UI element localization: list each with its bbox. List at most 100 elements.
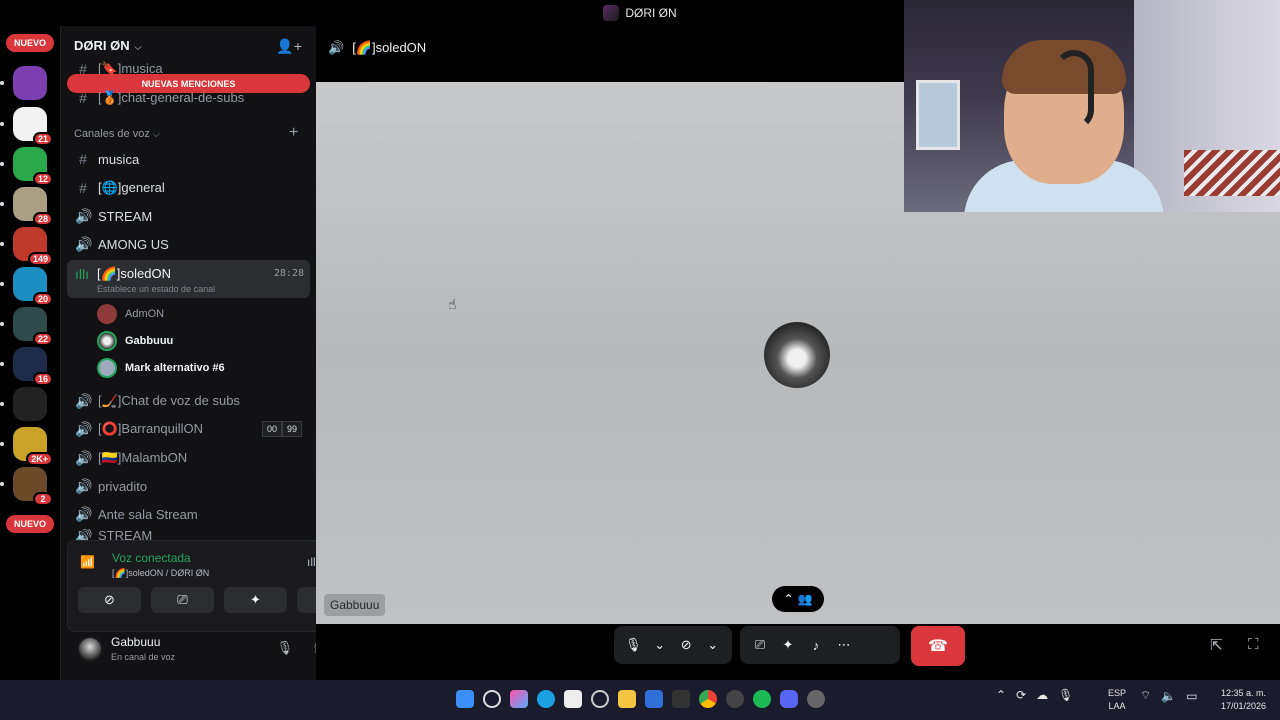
server-icon[interactable]: 28 xyxy=(13,187,53,226)
participant-avatar[interactable] xyxy=(764,322,830,388)
avatar xyxy=(97,331,117,351)
avatar[interactable] xyxy=(77,636,103,662)
store-icon[interactable] xyxy=(564,690,582,708)
voice-member[interactable]: Gabbuuu xyxy=(97,329,173,353)
channel-label: AMONG US xyxy=(98,236,169,252)
microphone-icon[interactable]: 🎙 xyxy=(277,640,294,656)
voice-channel-item[interactable]: 🔊 [⭕]BarranquillON 00 99 xyxy=(67,416,310,442)
discord-icon[interactable] xyxy=(780,690,798,708)
microphone-icon[interactable]: 🎙 xyxy=(620,637,647,653)
fullscreen-icon[interactable]: ⛶ xyxy=(1248,636,1259,653)
server-icon[interactable]: 16 xyxy=(13,347,53,386)
server-icon[interactable]: 2K+ xyxy=(13,427,53,466)
voice-category[interactable]: Canales de voz ⌵ xyxy=(74,128,160,140)
voice-status[interactable]: Voz conectada xyxy=(112,551,191,565)
server-icon[interactable]: 12 xyxy=(13,147,53,186)
more-icon[interactable]: ⋯ xyxy=(830,637,858,653)
obs-icon[interactable] xyxy=(726,690,744,708)
server-icon[interactable] xyxy=(13,66,47,100)
speaker-icon: 🔊 xyxy=(328,40,345,55)
add-member-icon[interactable]: 👤+ xyxy=(276,38,302,55)
language-indicator[interactable]: ESP LAA xyxy=(1108,687,1126,713)
screen-share-icon[interactable]: ⎚ xyxy=(746,637,774,653)
disconnect-button[interactable]: ☎ xyxy=(911,626,965,666)
unread-indicator xyxy=(0,442,4,446)
channel-status[interactable]: Establece un estado de canal xyxy=(97,284,215,294)
voice-activity-icon: ıllı xyxy=(75,266,89,282)
username[interactable]: Gabbuuu xyxy=(111,635,160,649)
server-icon[interactable] xyxy=(13,387,47,421)
windows-start-icon[interactable] xyxy=(456,690,474,708)
chevron-down-icon[interactable]: ⌄ xyxy=(647,637,674,653)
screen-share-button[interactable]: ⎚ xyxy=(151,587,214,613)
hang-up-icon: ☎ xyxy=(928,638,948,655)
new-badge-top[interactable]: NUEVO xyxy=(6,34,54,52)
voice-member[interactable]: Mark alternativo #6 xyxy=(97,356,225,380)
server-rail: NUEVO NUEVO 21 12 28 149 20 22 16 2K+ 2 xyxy=(0,26,60,680)
settings-icon[interactable] xyxy=(591,690,609,708)
channel-label: musica xyxy=(98,151,140,167)
channel-item[interactable]: # [🥉]chat-general-de-subs xyxy=(67,85,310,111)
search-icon[interactable] xyxy=(483,690,501,708)
channel-item[interactable]: # [🌐]general xyxy=(67,175,310,201)
chevron-down-icon[interactable]: ⌄ xyxy=(700,637,727,653)
sync-icon[interactable]: ⟳ xyxy=(1016,688,1026,702)
voice-channel-item[interactable]: 🔊 Ante sala Stream xyxy=(67,501,310,527)
screen-share-icon: ⎚ xyxy=(177,592,188,607)
server-icon[interactable]: 21 xyxy=(13,107,53,146)
cloud-icon[interactable]: ☁ xyxy=(1036,688,1048,702)
webcam-overlay xyxy=(904,0,1280,212)
copilot-icon[interactable] xyxy=(510,690,528,708)
signal-icon[interactable]: 📶 xyxy=(80,555,100,575)
media-player-icon[interactable] xyxy=(807,690,825,708)
user-count: 00 xyxy=(261,421,282,437)
activities-icon[interactable]: ✦ xyxy=(774,637,802,653)
unread-indicator xyxy=(0,322,4,326)
hashtag-icon: # xyxy=(79,151,87,167)
voice-channel-item[interactable]: 🔊 [🏒]Chat de voz de subs xyxy=(67,388,310,414)
vscode-icon[interactable] xyxy=(645,690,663,708)
new-badge-bottom[interactable]: NUEVO xyxy=(6,515,54,533)
battery-icon[interactable]: ▭ xyxy=(1186,689,1197,703)
voice-member[interactable]: AdmON xyxy=(97,302,164,326)
activities-button[interactable]: ✦ xyxy=(224,587,287,613)
edge-icon[interactable] xyxy=(537,690,555,708)
channel-label: [🇨🇴]MalambON xyxy=(98,450,188,465)
volume-icon[interactable]: 🔈 xyxy=(1161,689,1176,703)
server-icon[interactable]: 22 xyxy=(13,307,53,346)
server-icon[interactable]: 149 xyxy=(13,227,53,266)
spotify-icon[interactable] xyxy=(753,690,771,708)
server-icon[interactable]: 20 xyxy=(13,267,53,306)
soundboard-icon[interactable]: ♪ xyxy=(802,638,830,653)
voice-channel-item[interactable]: 🔊 AMONG US xyxy=(67,231,310,257)
add-channel-icon[interactable]: + xyxy=(289,124,298,142)
active-voice-channel[interactable]: ıllı [🌈]soledON Establece un estado de c… xyxy=(67,260,310,298)
microphone-icon[interactable]: 🎙 xyxy=(1058,688,1073,702)
channel-label: STREAM xyxy=(98,208,153,224)
mention-badge: 22 xyxy=(32,332,53,346)
wifi-icon[interactable]: ⌔ xyxy=(1140,688,1151,703)
unread-indicator xyxy=(0,122,4,126)
chevron-up-icon[interactable]: ⌃ xyxy=(996,688,1006,702)
mention-badge: 20 xyxy=(32,292,53,306)
terminal-icon[interactable] xyxy=(672,690,690,708)
participants-toggle[interactable]: ⌃ 👥 xyxy=(772,586,824,612)
popout-icon[interactable]: ⇱ xyxy=(1210,636,1223,654)
camera-off-button[interactable]: ⊘ xyxy=(78,587,141,613)
actions-group: ⎚ ✦ ♪ ⋯ xyxy=(740,626,900,664)
user-limit: 99 xyxy=(281,421,302,437)
voice-channel-item[interactable]: 🔊 [🇨🇴]MalambON xyxy=(67,445,310,471)
voice-channel-item[interactable]: 🔊 STREAM xyxy=(67,203,310,229)
voice-channel-item[interactable]: 🔊 privadito xyxy=(67,473,310,499)
clock[interactable]: 12:35 a. m. 17/01/2026 xyxy=(1210,687,1266,713)
folder-icon[interactable] xyxy=(618,690,636,708)
camera-off-icon[interactable]: ⊘ xyxy=(673,637,700,653)
unread-indicator xyxy=(0,362,4,366)
taskbar: ⌃ ⟳ ☁ 🎙 ESP LAA ⌔ 🔈 ▭ 12:35 a. m. 17/01/… xyxy=(0,680,1280,720)
channel-item[interactable]: # musica xyxy=(67,146,310,172)
voice-location[interactable]: [🌈]soledON / DØRI ØN xyxy=(112,568,209,579)
mention-badge: 2K+ xyxy=(26,452,53,466)
channel-label: [🌐]general xyxy=(98,180,165,195)
server-icon[interactable]: 2 xyxy=(13,467,53,506)
chrome-icon[interactable] xyxy=(699,690,717,708)
